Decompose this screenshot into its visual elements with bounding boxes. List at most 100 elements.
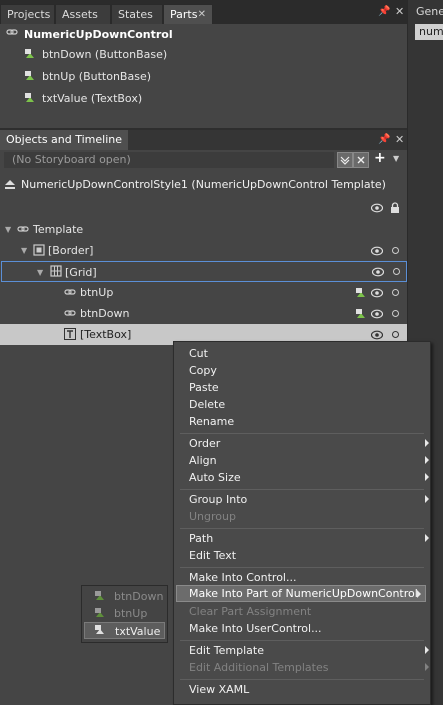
menu-item-cut[interactable]: Cut	[189, 345, 208, 362]
pin-icon[interactable]: 📌	[378, 134, 390, 145]
eye-icon[interactable]	[371, 309, 383, 319]
lock-dot-icon[interactable]	[392, 289, 399, 296]
close-icon[interactable]: ✕	[198, 5, 206, 25]
tab-parts[interactable]: Parts ✕	[163, 4, 213, 24]
menu-item-label: Path	[189, 532, 214, 545]
expand-arrow-icon[interactable]: ▼	[21, 240, 27, 261]
submenu-arrow-icon	[417, 590, 421, 598]
tree-row-template[interactable]: ▼ Template	[0, 219, 407, 240]
menu-separator	[180, 528, 424, 529]
part-assigned-icon	[24, 92, 36, 104]
part-assigned-icon	[24, 48, 36, 60]
eye-icon[interactable]	[371, 246, 383, 256]
menu-item-label: Edit Additional Templates	[189, 661, 329, 674]
tab-states[interactable]: States	[111, 4, 163, 24]
pin-icon[interactable]: 📌	[378, 6, 390, 17]
menu-item-clear-part-assignment: Clear Part Assignment	[189, 605, 312, 618]
menu-item-make-into-usercontrol[interactable]: Make Into UserControl...	[189, 620, 322, 637]
submenu-item-btndown: btnDown	[84, 588, 165, 605]
eye-icon[interactable]	[372, 267, 384, 277]
tree-label: [TextBox]	[80, 328, 132, 341]
lock-dot-icon[interactable]	[392, 310, 399, 317]
menu-item-align[interactable]: Align	[189, 452, 429, 469]
menu-item-copy[interactable]: Copy	[189, 362, 217, 379]
expand-arrow-icon[interactable]: ▼	[5, 219, 11, 240]
menu-item-view-xaml[interactable]: View XAML	[189, 681, 249, 698]
menu-item-delete[interactable]: Delete	[189, 396, 225, 413]
chevron-down-icon[interactable]: ▼	[393, 154, 399, 163]
menu-item-paste[interactable]: Paste	[189, 379, 219, 396]
submenu-item-label: btnDown	[114, 590, 164, 603]
menu-item-order[interactable]: Order	[189, 435, 429, 452]
menu-item-ungroup: Ungroup	[189, 510, 236, 523]
template-scope-label: NumericUpDownControlStyle1 (NumericUpDow…	[21, 178, 386, 191]
tree-label: [Border]	[48, 244, 94, 257]
objects-header: Objects and Timeline 📌 ✕	[0, 130, 407, 150]
submenu-arrow-icon	[425, 439, 429, 447]
objects-title[interactable]: Objects and Timeline	[0, 130, 129, 150]
link-icon	[64, 307, 76, 319]
tree-row-grid[interactable]: ▼ [Grid]	[1, 261, 407, 282]
lock-dot-icon[interactable]	[392, 331, 399, 338]
parts-control-row[interactable]: NumericUpDownControl	[6, 24, 173, 45]
lock-dot-icon[interactable]	[393, 268, 400, 275]
menu-item-label: Edit Template	[189, 644, 264, 657]
menu-item-label: Order	[189, 437, 221, 450]
eye-icon[interactable]	[371, 288, 383, 298]
menu-item-auto-size[interactable]: Auto Size	[189, 469, 429, 486]
menu-item-label: Auto Size	[189, 471, 241, 484]
expand-arrow-icon[interactable]: ▼	[37, 262, 43, 283]
menu-item-make-into-control[interactable]: Make Into Control...	[189, 569, 296, 586]
menu-separator	[180, 679, 424, 680]
part-item-label: txtValue (TextBox)	[42, 92, 143, 105]
tree-row-btndown[interactable]: btnDown	[0, 303, 407, 324]
tree-label: btnUp	[80, 286, 114, 299]
menu-item-rename[interactable]: Rename	[189, 413, 234, 430]
menu-separator	[180, 489, 424, 490]
submenu-item-btnup: btnUp	[84, 605, 165, 622]
top-tab-bar: Projects Assets States Parts ✕ 📌 ✕	[0, 0, 407, 24]
tree-row-btnup[interactable]: btnUp	[0, 282, 407, 303]
scope-up-icon[interactable]	[4, 179, 16, 191]
close-icon[interactable]: ✕	[395, 133, 404, 146]
menu-item-path[interactable]: Path	[189, 530, 429, 547]
menu-separator	[180, 567, 424, 568]
submenu-arrow-icon	[425, 646, 429, 654]
tree-row-border[interactable]: ▼ [Border]	[0, 240, 407, 261]
part-assigned-icon	[94, 607, 106, 619]
lock-icon[interactable]	[390, 202, 400, 214]
submenu-item-txtvalue[interactable]: txtValue	[84, 622, 165, 639]
menu-item-label: Make Into Part of NumericUpDownControl	[189, 587, 418, 600]
tab-projects[interactable]: Projects	[0, 4, 55, 24]
tree-label: [Grid]	[65, 266, 97, 279]
part-assigned-icon	[355, 287, 367, 299]
menu-item-label: Align	[189, 454, 217, 467]
part-assigned-icon	[24, 70, 36, 82]
eye-icon[interactable]	[371, 330, 383, 340]
submenu-arrow-icon	[425, 663, 429, 671]
storyboard-field[interactable]: (No Storyboard open)	[4, 152, 334, 168]
part-assigned-icon	[94, 590, 106, 602]
right-panel-tab[interactable]: Gene	[416, 5, 443, 18]
menu-item-edit-template[interactable]: Edit Template	[189, 642, 429, 659]
part-item-label: btnDown (ButtonBase)	[42, 48, 168, 61]
link-icon	[64, 286, 76, 298]
storyboard-dropdown-button[interactable]	[337, 152, 353, 168]
right-panel-chip[interactable]: num	[415, 24, 443, 40]
tab-label: Assets	[62, 8, 98, 21]
link-icon	[17, 223, 29, 235]
tree-label: btnDown	[80, 307, 130, 320]
menu-item-edit-text[interactable]: Edit Text	[189, 547, 236, 564]
tab-assets[interactable]: Assets	[55, 4, 111, 24]
close-icon[interactable]: ✕	[395, 5, 404, 18]
menu-item-group-into[interactable]: Group Into	[189, 491, 429, 508]
lock-dot-icon[interactable]	[392, 247, 399, 254]
tab-label: Parts	[170, 8, 198, 21]
menu-item-make-into-part[interactable]: Make Into Part of NumericUpDownControl	[176, 585, 426, 602]
submenu-arrow-icon	[425, 534, 429, 542]
eye-icon[interactable]	[371, 203, 383, 213]
close-storyboard-button[interactable]	[353, 152, 369, 168]
new-storyboard-button[interactable]: +	[374, 150, 386, 166]
part-assign-icon	[94, 624, 106, 636]
menu-item-edit-additional-templates: Edit Additional Templates	[189, 659, 429, 676]
